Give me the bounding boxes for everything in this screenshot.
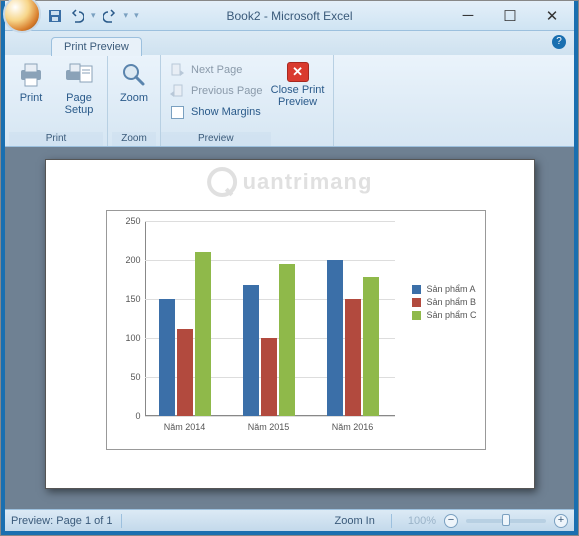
page-setup-button[interactable]: Page Setup <box>55 58 103 118</box>
print-label: Print <box>20 92 43 104</box>
group-label-preview: Preview <box>161 132 271 146</box>
office-button[interactable] <box>3 0 41 33</box>
chart: 050100150200250Năm 2014Năm 2015Năm 2016 … <box>106 210 486 450</box>
bar <box>195 252 211 416</box>
close-icon: ✕ <box>287 62 309 82</box>
preview-workarea: uantrimang 050100150200250Năm 2014Năm 20… <box>5 147 574 509</box>
qat-customize[interactable]: ▾ <box>134 10 139 21</box>
y-axis <box>145 221 146 416</box>
group-label-print: Print <box>9 132 103 146</box>
printer-icon <box>16 60 46 90</box>
legend-swatch <box>412 311 421 320</box>
y-tick-label: 250 <box>113 216 141 226</box>
show-margins-checkbox[interactable]: Show Margins <box>165 102 267 122</box>
redo-icon[interactable] <box>102 8 118 24</box>
zoom-out-button[interactable]: − <box>444 514 458 528</box>
x-tick-label: Năm 2014 <box>164 422 206 432</box>
minimize-button[interactable]: ─ <box>456 7 480 25</box>
previous-page-label: Previous Page <box>191 85 263 97</box>
close-button[interactable]: ✕ <box>540 7 564 25</box>
next-page-button: Next Page <box>165 60 267 80</box>
previous-page-icon <box>169 83 185 99</box>
preview-page[interactable]: 050100150200250Năm 2014Năm 2015Năm 2016 … <box>45 159 535 489</box>
undo-icon[interactable] <box>69 8 85 24</box>
checkbox-icon <box>169 104 185 120</box>
legend-swatch <box>412 298 421 307</box>
group-print: Print Page Setup Print <box>5 55 108 146</box>
bar <box>279 264 295 416</box>
status-separator <box>121 514 122 528</box>
bar <box>327 260 343 416</box>
next-page-icon <box>169 62 185 78</box>
legend-item: Sản phẩm C <box>412 310 476 320</box>
status-page-info: Preview: Page 1 of 1 <box>11 515 113 527</box>
close-preview-label: Close Print Preview <box>269 84 327 108</box>
close-preview-button[interactable]: ✕ Close Print Preview <box>267 58 329 146</box>
bar <box>243 285 259 416</box>
zoom-slider[interactable] <box>466 519 546 523</box>
zoom-percent: 100% <box>408 515 436 527</box>
legend-item: Sản phẩm B <box>412 297 476 307</box>
tab-print-preview[interactable]: Print Preview <box>51 37 142 56</box>
legend-label: Sản phẩm A <box>426 284 475 294</box>
y-tick-label: 50 <box>113 372 141 382</box>
group-label-zoom: Zoom <box>112 132 156 146</box>
bar <box>261 338 277 416</box>
qat-sep: ▾ <box>124 10 129 21</box>
group-preview: Next Page Previous Page Show Margins <box>161 55 334 146</box>
bar <box>345 299 361 416</box>
y-tick-label: 100 <box>113 333 141 343</box>
bar-cluster <box>243 264 295 416</box>
legend-label: Sản phẩm B <box>426 297 476 307</box>
ribbon: Print Page Setup Print Zoom <box>5 55 574 147</box>
legend-item: Sản phẩm A <box>412 284 476 294</box>
show-margins-label: Show Margins <box>191 106 261 118</box>
title-bar: ▾ ▾ ▾ Book2 - Microsoft Excel ─ ☐ ✕ <box>5 1 574 31</box>
print-button[interactable]: Print <box>9 58 53 106</box>
gridline <box>145 221 395 222</box>
zoom-label: Zoom <box>120 92 148 104</box>
y-tick-label: 150 <box>113 294 141 304</box>
page-setup-label: Page Setup <box>57 92 101 116</box>
zoom-slider-thumb[interactable] <box>502 514 510 526</box>
legend-swatch <box>412 285 421 294</box>
zoom-in-button[interactable]: + <box>554 514 568 528</box>
zoom-button[interactable]: Zoom <box>112 58 156 106</box>
previous-page-button: Previous Page <box>165 81 267 101</box>
qat-sep: ▾ <box>91 10 96 21</box>
ribbon-tabstrip: Print Preview ? <box>5 31 574 55</box>
save-icon[interactable] <box>47 8 63 24</box>
chart-legend: Sản phẩm A Sản phẩm B Sản phẩm C <box>412 281 476 323</box>
x-tick-label: Năm 2015 <box>248 422 290 432</box>
next-page-label: Next Page <box>191 64 242 76</box>
status-separator <box>391 514 392 528</box>
page-setup-icon <box>64 60 94 90</box>
x-tick-label: Năm 2016 <box>332 422 374 432</box>
chart-plot-area: 050100150200250Năm 2014Năm 2015Năm 2016 <box>145 221 395 416</box>
bar-cluster <box>327 260 379 416</box>
maximize-button[interactable]: ☐ <box>498 7 522 25</box>
status-bar: Preview: Page 1 of 1 Zoom In 100% − + <box>5 509 574 531</box>
bar <box>177 329 193 416</box>
bar <box>363 277 379 416</box>
magnifier-icon <box>119 60 149 90</box>
quick-access-toolbar: ▾ ▾ ▾ <box>43 8 143 24</box>
zoom-in-label[interactable]: Zoom In <box>335 515 375 527</box>
y-tick-label: 200 <box>113 255 141 265</box>
legend-label: Sản phẩm C <box>426 310 476 320</box>
y-tick-label: 0 <box>113 411 141 421</box>
group-zoom: Zoom Zoom <box>108 55 161 146</box>
help-icon[interactable]: ? <box>552 35 566 49</box>
gridline <box>145 416 395 417</box>
bar <box>159 299 175 416</box>
bar-cluster <box>159 252 211 416</box>
